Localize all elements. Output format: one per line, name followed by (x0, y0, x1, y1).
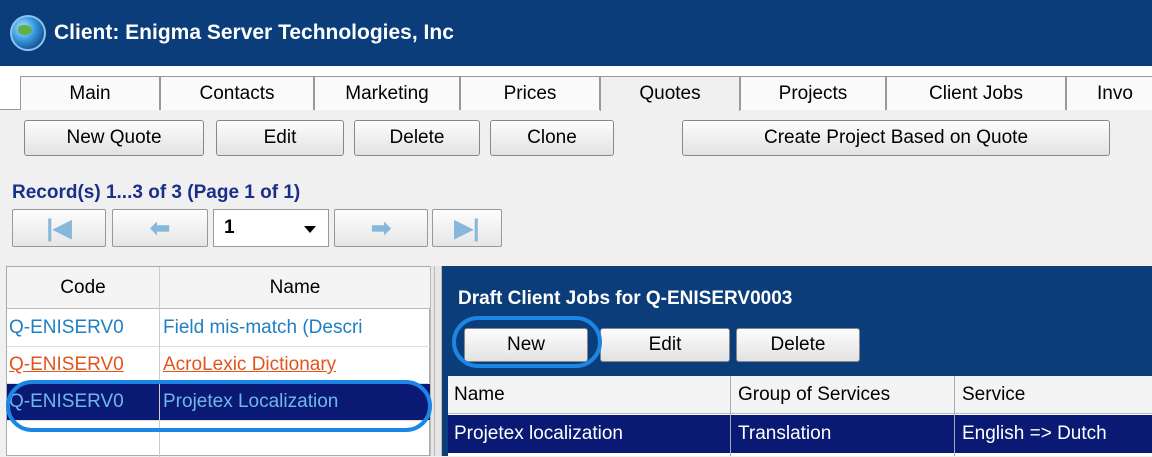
last-page-button[interactable]: ▶| (432, 209, 502, 247)
delete-quote-button[interactable]: Delete (354, 120, 480, 156)
column-header-service[interactable]: Service (962, 384, 1025, 406)
job-name: Projetex localization (454, 423, 623, 444)
column-header-group[interactable]: Group of Services (738, 384, 890, 406)
table-row[interactable]: Q-ENISERV0 Field mis-match (Descri (7, 310, 431, 347)
tab-prices[interactable]: Prices (460, 76, 600, 110)
first-page-icon: |◀ (46, 214, 72, 242)
row-name: AcroLexic Dictionary (163, 354, 337, 375)
delete-job-button[interactable]: Delete (736, 328, 860, 362)
tab-marketing[interactable]: Marketing (314, 76, 460, 110)
row-code: Q-ENISERV0 (9, 391, 124, 412)
column-header-name[interactable]: Name (454, 384, 505, 406)
first-page-button[interactable]: |◀ (12, 209, 106, 247)
new-job-button[interactable]: New (464, 328, 588, 362)
column-divider (954, 376, 955, 456)
record-summary: Record(s) 1...3 of 3 (Page 1 of 1) (12, 182, 301, 203)
row-code: Q-ENISERV0 (9, 317, 124, 338)
edit-quote-button[interactable]: Edit (216, 120, 344, 156)
table-row-selected[interactable]: Q-ENISERV0 Projetex Localization (7, 384, 431, 421)
page-number: 1 (224, 217, 235, 238)
globe-icon (10, 15, 46, 51)
column-divider (730, 376, 731, 456)
splitter-grip (434, 266, 435, 456)
draft-jobs-panel: Draft Client Jobs for Q-ENISERV0003 New … (442, 266, 1152, 456)
tab-invoices[interactable]: Invo (1066, 76, 1152, 110)
quotes-table: Code Name Q-ENISERV0 Field mis-match (De… (6, 266, 431, 457)
tab-client-jobs[interactable]: Client Jobs (886, 76, 1066, 110)
column-header-code[interactable]: Code (7, 267, 159, 309)
page-select[interactable]: 1 (213, 209, 329, 247)
previous-arrow-icon: ⬅ (149, 214, 171, 242)
row-name: Projetex Localization (163, 391, 339, 412)
draft-jobs-table: Name Group of Services Service Projetex … (448, 376, 1152, 456)
next-arrow-icon: ➡ (370, 214, 392, 242)
row-name: Field mis-match (Descri (163, 317, 363, 338)
create-project-button[interactable]: Create Project Based on Quote (682, 120, 1110, 156)
job-service: English => Dutch (962, 423, 1107, 444)
table-row-selected[interactable]: Projetex localization Translation Englis… (448, 415, 1152, 453)
tab-bar: Main Contacts Marketing Prices Quotes Pr… (0, 66, 1152, 111)
new-quote-button[interactable]: New Quote (24, 120, 204, 156)
column-divider (159, 267, 160, 457)
panel-splitter[interactable] (430, 266, 442, 456)
job-group: Translation (738, 423, 832, 444)
last-page-icon: ▶| (454, 214, 480, 242)
tab-quotes[interactable]: Quotes (600, 76, 740, 111)
column-header-name[interactable]: Name (159, 267, 431, 309)
draft-jobs-title: Draft Client Jobs for Q-ENISERV0003 (458, 288, 793, 309)
previous-page-button[interactable]: ⬅ (112, 209, 208, 247)
tab-main[interactable]: Main (20, 76, 160, 110)
clone-quote-button[interactable]: Clone (490, 120, 614, 156)
table-row[interactable]: Q-ENISERV0 AcroLexic Dictionary (7, 347, 431, 384)
next-page-button[interactable]: ➡ (334, 209, 428, 247)
window-title-bar: Client: Enigma Server Technologies, Inc (0, 0, 1152, 66)
tab-contacts[interactable]: Contacts (160, 76, 314, 110)
window-title: Client: Enigma Server Technologies, Inc (54, 21, 454, 44)
quotes-table-header: Code Name (7, 267, 431, 309)
tab-projects[interactable]: Projects (740, 76, 886, 110)
chevron-down-icon (304, 226, 316, 233)
row-code: Q-ENISERV0 (9, 354, 124, 375)
edit-job-button[interactable]: Edit (600, 328, 730, 362)
quotes-toolbar: New Quote Edit Delete Clone Create Proje… (0, 110, 1152, 170)
draft-jobs-header: Name Group of Services Service (448, 376, 1152, 414)
